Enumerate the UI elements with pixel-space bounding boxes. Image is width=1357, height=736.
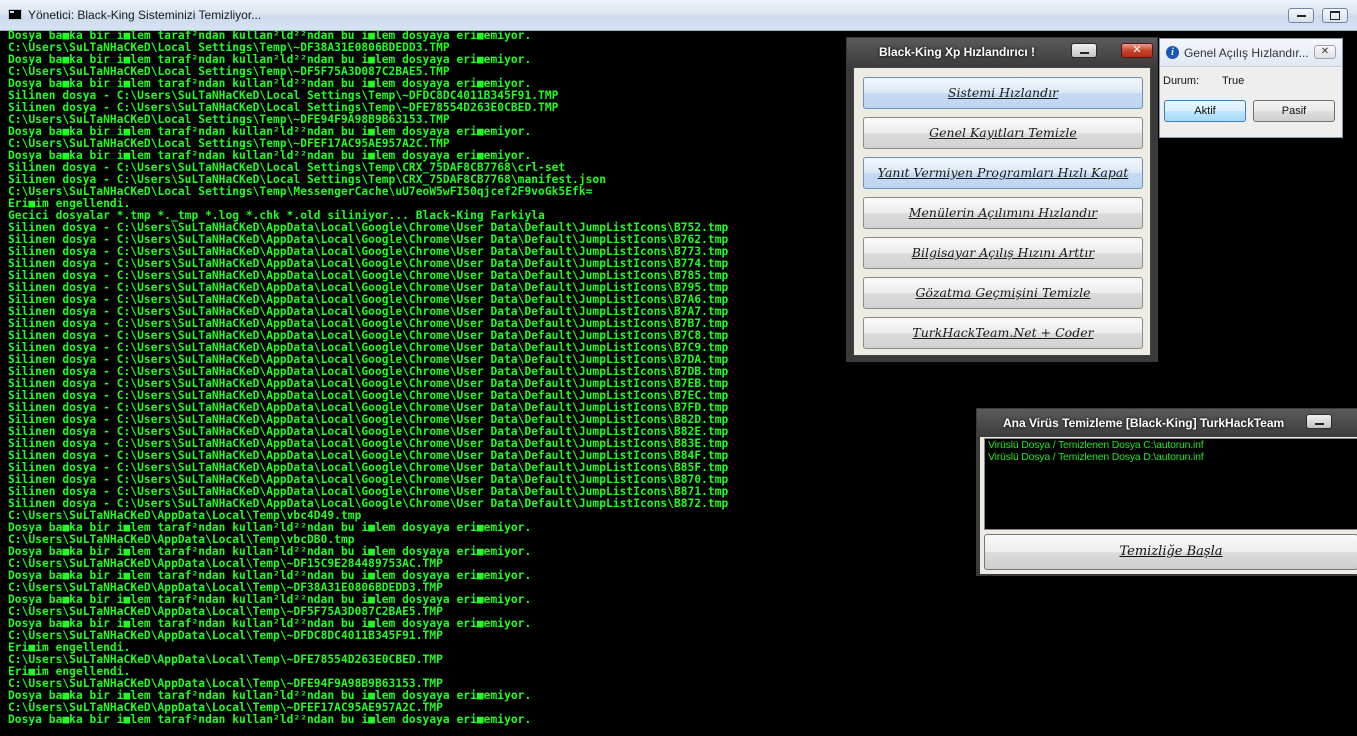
maximize-icon [1330, 11, 1340, 20]
log-line: Virüslü Dosya / Temizlenen Dosya D:\auto… [988, 451, 1204, 463]
close-icon: ✕ [1320, 46, 1330, 57]
passive-button[interactable]: Pasif [1253, 100, 1335, 122]
start-cleaning-button[interactable]: Temizliğe Başla [984, 534, 1357, 570]
speed-up-system-button[interactable]: Sistemi Hızlandır [863, 77, 1143, 109]
kill-hung-programs-button[interactable]: Yanıt Vermiyen Programları Hızlı Kapat [863, 157, 1143, 189]
console-icon [8, 9, 22, 20]
speed-up-menus-button[interactable]: Menülerin Açılımını Hızlandır [863, 197, 1143, 229]
boot-speed-window: i Genel Açılış Hızlandır... ✕ Durum: Tru… [1159, 38, 1343, 138]
xp-close-button[interactable]: ✕ [1121, 43, 1153, 58]
console-line: Dosya ba■ka bir i■lem taraf²ndan kullan²… [8, 713, 532, 726]
active-button[interactable]: Aktif [1164, 100, 1246, 122]
boot-close-button[interactable]: ✕ [1314, 45, 1336, 59]
virus-title: Ana Virüs Temizleme [Black-King] TurkHac… [1003, 416, 1285, 430]
boot-title-bar[interactable]: i Genel Açılış Hızlandır... ✕ [1160, 39, 1342, 67]
virus-cleaner-window: Ana Virüs Temizleme [Black-King] TurkHac… [976, 408, 1357, 576]
xp-client-area: Sistemi Hızlandır Genel Kayıtları Temizl… [853, 67, 1151, 356]
xp-title-bar[interactable]: Black-King Xp Hızlandırıcı ! ✕ [847, 38, 1157, 66]
maximize-button[interactable] [1322, 8, 1348, 23]
clean-registry-button[interactable]: Genel Kayıtları Temizle [863, 117, 1143, 149]
virus-title-bar[interactable]: Ana Virüs Temizleme [Black-King] TurkHac… [977, 409, 1357, 437]
clear-browsing-history-button[interactable]: Gözatma Geçmişini Temizle [863, 277, 1143, 309]
xp-accelerator-window: Black-King Xp Hızlandırıcı ! ✕ Sistemi H… [846, 37, 1158, 362]
xp-title: Black-King Xp Hızlandırıcı ! [879, 45, 1036, 59]
close-icon: ✕ [1132, 43, 1142, 56]
boot-speed-button[interactable]: Bilgisayar Açılış Hızını Arttır [863, 237, 1143, 269]
console-line: C:\Users\SuLTaNHaCKeD\AppData\Local\Temp… [8, 629, 443, 642]
boot-title: Genel Açılış Hızlandır... [1184, 46, 1309, 60]
minimize-button[interactable] [1288, 8, 1314, 23]
info-icon: i [1166, 46, 1179, 59]
console-title: Yönetici: Black-King Sisteminizi Temizli… [28, 8, 262, 22]
virus-log[interactable]: Virüslü Dosya / Temizlenen Dosya C:\auto… [984, 438, 1357, 530]
console-line: C:\Users\SuLTaNHaCKeD\AppData\Local\Temp… [8, 653, 443, 666]
credits-button[interactable]: TurkHackTeam.Net + Coder [863, 317, 1143, 349]
xp-minimize-button[interactable] [1071, 43, 1097, 58]
console-title-bar[interactable]: Yönetici: Black-King Sisteminizi Temizli… [0, 0, 1357, 31]
status-value: True [1222, 75, 1245, 87]
minimize-icon [1296, 15, 1306, 17]
status-label: Durum: [1163, 75, 1200, 87]
virus-minimize-button[interactable] [1306, 414, 1332, 429]
log-line: Virüslü Dosya / Temizlenen Dosya C:\auto… [988, 439, 1204, 451]
